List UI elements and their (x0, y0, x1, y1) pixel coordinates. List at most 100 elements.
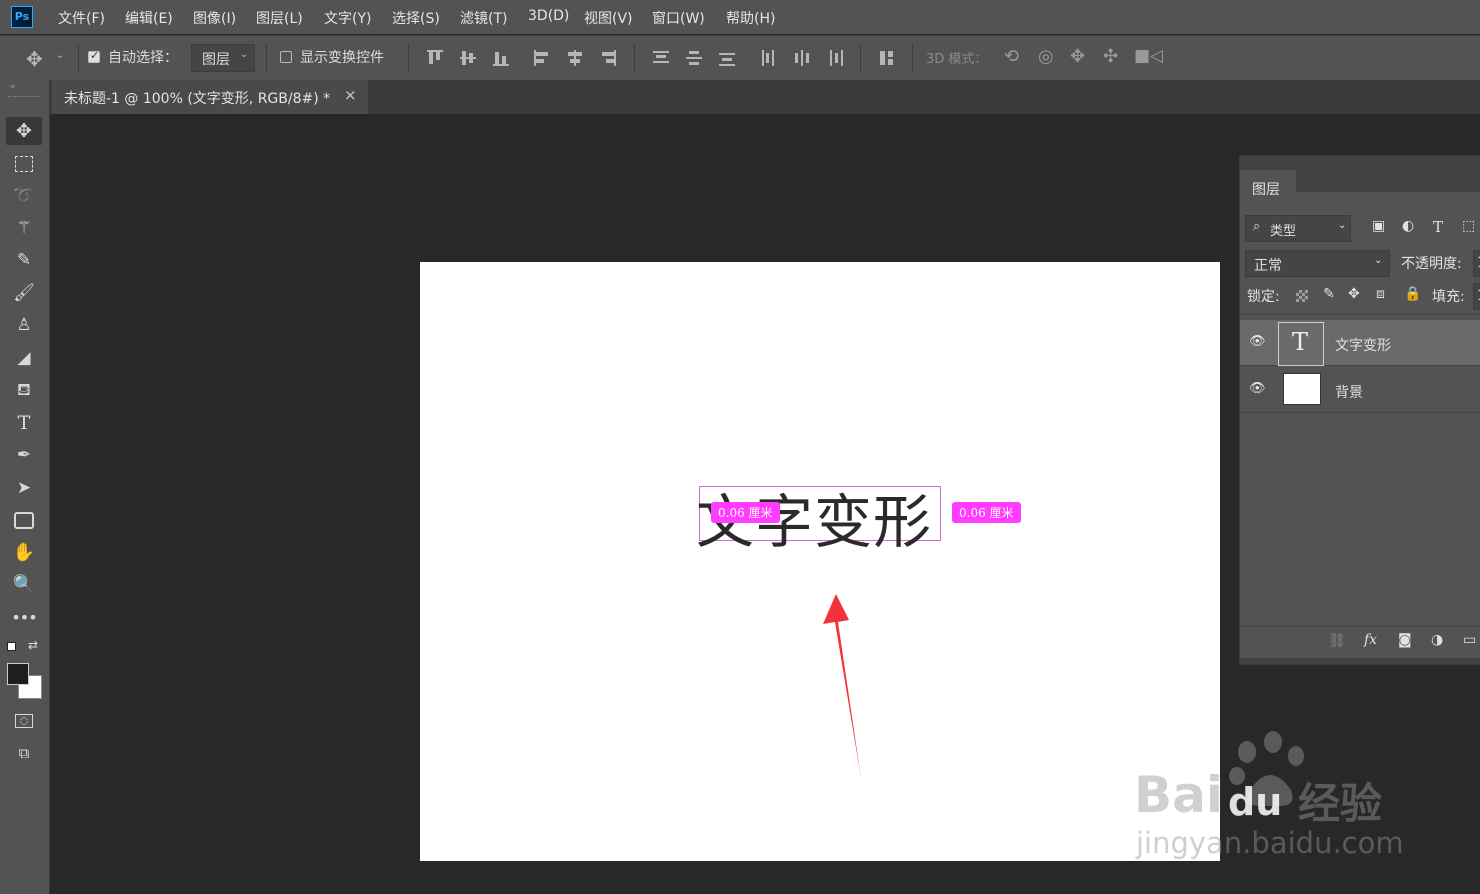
layer-filter-value: 类型 (1270, 224, 1297, 239)
show-transform-checkbox[interactable] (280, 51, 292, 63)
align-left-edges-icon[interactable] (532, 48, 552, 68)
chevron-down-icon[interactable]: ⌄ (56, 50, 64, 61)
new-group-icon[interactable]: ▭ (1463, 632, 1476, 648)
visibility-eye-icon[interactable]: 👁 (1249, 334, 1266, 349)
menu-type[interactable]: 文字(Y) (324, 8, 371, 28)
distribute-vertical-centers-icon[interactable] (684, 48, 704, 68)
align-right-edges-icon[interactable] (598, 48, 618, 68)
blend-mode-dropdown[interactable]: 正常 ⌄ (1245, 250, 1390, 277)
zoom-icon[interactable]: 🔍 (6, 571, 42, 599)
distribute-right-icon[interactable] (825, 48, 845, 68)
panel-resize-grip[interactable] (1240, 658, 1480, 664)
marquee-icon[interactable] (6, 149, 42, 177)
foreground-color-swatch[interactable] (7, 663, 29, 685)
lock-all-icon[interactable]: 🔒 (1404, 286, 1421, 302)
path-select-icon[interactable]: ➤ (6, 474, 42, 502)
layers-panel-footer: ⛓ fx ◙ ◑ ▭ (1240, 626, 1480, 658)
fx-icon[interactable]: fx (1364, 632, 1377, 648)
stamp-icon[interactable]: ♙ (6, 311, 42, 339)
3d-orbit-icon[interactable]: ⟲ (1004, 46, 1019, 67)
filter-shape-icon[interactable]: ⬚ (1462, 218, 1475, 234)
distribute-bottom-icon[interactable] (717, 48, 737, 68)
3d-scale-icon[interactable]: ■◁ (1134, 46, 1163, 66)
document-tab-title: 未标题-1 @ 100% (文字变形, RGB/8#) * (64, 91, 331, 107)
menu-view[interactable]: 视图(V) (584, 8, 633, 28)
3d-slide-icon[interactable]: ✣ (1103, 46, 1118, 67)
3d-roll-icon[interactable]: ◎ (1038, 46, 1054, 67)
eraser-icon[interactable]: ◢ (6, 344, 42, 372)
lock-position-icon[interactable]: ✥ (1348, 286, 1360, 302)
move-icon[interactable]: ✥ (6, 117, 42, 145)
more-icon[interactable]: ••• (6, 604, 42, 632)
divider (860, 44, 861, 72)
menu-image[interactable]: 图像(I) (193, 8, 236, 28)
pen-icon[interactable]: ✒ (6, 441, 42, 469)
link-layers-icon[interactable]: ⛓ (1328, 633, 1346, 649)
divider (78, 44, 79, 72)
layer-thumbnail (1283, 373, 1321, 405)
layer-row-background[interactable]: 👁 背景 (1240, 367, 1480, 413)
tab-layers[interactable]: 图层 (1240, 170, 1296, 206)
align-top-edges-icon[interactable] (425, 48, 445, 68)
watermark-brand: Bai (1134, 766, 1223, 824)
swap-colors-icon[interactable]: ⇄ (28, 638, 38, 652)
menu-layer[interactable]: 图层(L) (256, 8, 303, 28)
close-icon[interactable]: × (344, 86, 357, 104)
menu-file[interactable]: 文件(F) (58, 8, 105, 28)
menu-window[interactable]: 窗口(W) (652, 8, 705, 28)
default-colors-icon[interactable] (7, 642, 16, 651)
hand-icon[interactable]: ✋ (6, 539, 42, 567)
align-horizontal-centers-icon[interactable] (565, 48, 585, 68)
align-vertical-centers-icon[interactable] (458, 48, 478, 68)
distribute-top-icon[interactable] (651, 48, 671, 68)
paint-bucket-icon[interactable]: ⛾ (6, 376, 42, 404)
menu-select[interactable]: 选择(S) (392, 8, 440, 28)
document-canvas[interactable]: 文字变形 0.06 厘米 0.06 厘米 (420, 262, 1220, 861)
screen-mode-icon[interactable]: ⧉ (6, 739, 42, 767)
3d-pan-icon[interactable]: ✥ (1070, 46, 1085, 67)
eyedropper-icon[interactable]: ✎ (6, 246, 42, 274)
auto-align-layers-icon[interactable] (877, 48, 897, 68)
lasso-icon[interactable]: ➰ (6, 182, 42, 210)
add-mask-icon[interactable]: ◙ (1398, 632, 1412, 648)
layer-name[interactable]: 背景 (1335, 382, 1363, 402)
visibility-eye-icon[interactable]: 👁 (1249, 381, 1266, 396)
collapse-arrows-icon[interactable]: » (10, 82, 16, 92)
blend-mode-value: 正常 (1254, 258, 1282, 274)
rectangle-icon[interactable] (6, 506, 42, 534)
layer-filter-dropdown[interactable]: ⌕ 类型 ⌄ (1245, 215, 1351, 242)
fill-input[interactable]: 1 (1473, 283, 1480, 310)
menu-edit[interactable]: 编辑(E) (125, 8, 173, 28)
lock-pixels-icon[interactable]: ✎ (1323, 286, 1335, 302)
align-bottom-edges-icon[interactable] (491, 48, 511, 68)
distribute-horizontal-centers-icon[interactable] (792, 48, 812, 68)
adjustment-layer-icon[interactable]: ◑ (1431, 632, 1443, 648)
filter-pixel-icon[interactable]: ▣ (1372, 218, 1385, 234)
menu-filter[interactable]: 滤镜(T) (460, 8, 507, 28)
fill-label: 填充: (1432, 289, 1465, 305)
opacity-input[interactable]: 1 (1473, 250, 1480, 277)
type-icon[interactable]: T (6, 409, 42, 437)
magic-wand-icon[interactable]: ⚚ (6, 214, 42, 242)
tab-document[interactable]: 未标题-1 @ 100% (文字变形, RGB/8#) * × (52, 80, 368, 114)
auto-select-checkbox[interactable] (88, 49, 100, 63)
layer-row-text[interactable]: 👁 T 文字变形 (1240, 320, 1480, 366)
auto-select-target-dropdown[interactable]: 图层 ⌄ (191, 44, 255, 72)
brush-icon[interactable]: 🖌 (6, 279, 42, 307)
menu-help[interactable]: 帮助(H) (726, 8, 775, 28)
watermark-suffix: 经验 (1298, 779, 1383, 828)
move-tool-preset-icon[interactable]: ✥ (26, 47, 43, 71)
menu-3d[interactable]: 3D(D) (528, 8, 569, 24)
lock-transparent-icon[interactable] (1296, 290, 1308, 302)
filter-adjustment-icon[interactable]: ◐ (1402, 218, 1414, 234)
filter-type-icon[interactable]: T (1433, 218, 1443, 236)
lock-artboard-icon[interactable]: ⧈ (1376, 286, 1385, 302)
distribute-left-icon[interactable] (759, 48, 779, 68)
panel-grip[interactable] (8, 96, 40, 101)
auto-select-label: 自动选择： (108, 50, 178, 66)
quick-mask-icon[interactable] (6, 706, 42, 734)
divider (634, 44, 635, 72)
layer-name[interactable]: 文字变形 (1335, 335, 1391, 355)
tools-panel: » ✥ ➰ ⚚ ✎ 🖌 ♙ ◢ ⛾ T ✒ ➤ ✋ 🔍 ••• ⇄ ⧉ (0, 80, 50, 894)
lock-label: 锁定: (1247, 289, 1280, 305)
